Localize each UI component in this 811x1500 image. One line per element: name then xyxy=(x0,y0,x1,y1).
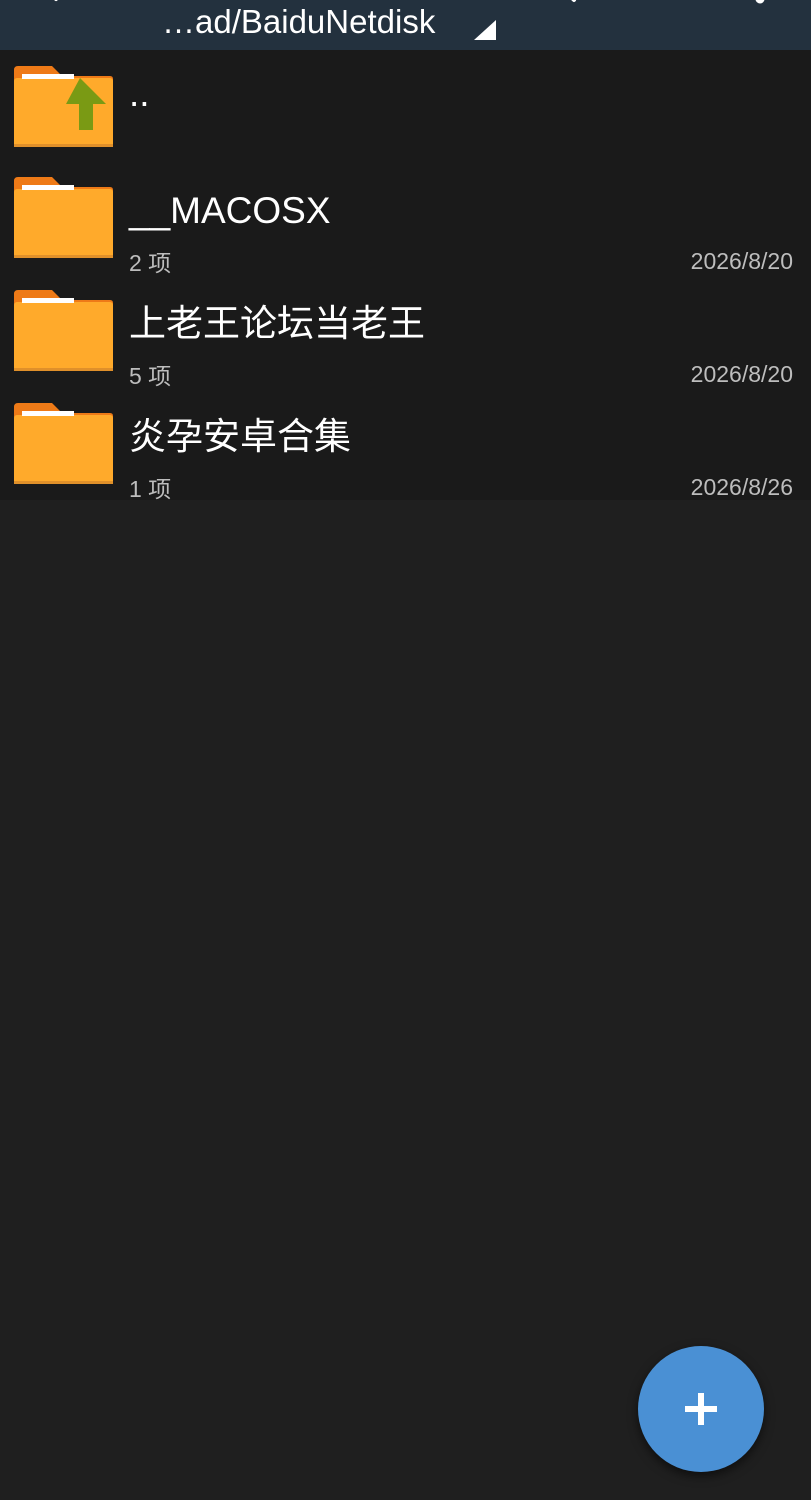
search-icon[interactable] xyxy=(560,0,580,4)
parent-directory-label: .. xyxy=(129,73,150,114)
path-selector[interactable]: …ad/BaiduNetdisk xyxy=(162,0,435,44)
back-icon[interactable] xyxy=(50,0,70,4)
list-item[interactable]: 炎孕安卓合集 1 项 2026/8/26 xyxy=(0,387,811,502)
file-list: .. __MACOSX 2 项 2026/8/20 上老王论坛当老王 5 项 2… xyxy=(0,50,811,502)
folder-up-icon xyxy=(14,66,113,147)
item-count: 2 项 xyxy=(129,250,172,276)
more-vert-icon[interactable] xyxy=(755,0,765,6)
folder-name: 炎孕安卓合集 xyxy=(129,416,351,457)
current-path: …ad/BaiduNetdisk xyxy=(162,3,436,40)
item-count: 5 项 xyxy=(129,363,172,389)
modified-date: 2026/8/20 xyxy=(690,361,793,387)
folder-icon xyxy=(14,403,113,484)
modified-date: 2026/8/20 xyxy=(690,248,793,274)
modified-date: 2026/8/26 xyxy=(690,474,793,500)
dropdown-triangle-icon[interactable] xyxy=(472,18,498,42)
top-toolbar: …ad/BaiduNetdisk xyxy=(0,0,811,50)
folder-name: __MACOSX xyxy=(129,190,331,231)
list-item[interactable]: 上老王论坛当老王 5 项 2026/8/20 xyxy=(0,274,811,389)
folder-icon xyxy=(14,290,113,371)
plus-icon xyxy=(685,1393,717,1425)
folder-icon xyxy=(14,177,113,258)
list-item[interactable]: __MACOSX 2 项 2026/8/20 xyxy=(0,161,811,276)
parent-directory-row[interactable]: .. xyxy=(0,50,811,161)
item-count: 1 项 xyxy=(129,476,172,502)
add-button[interactable] xyxy=(638,1346,764,1472)
folder-name: 上老王论坛当老王 xyxy=(129,303,425,344)
